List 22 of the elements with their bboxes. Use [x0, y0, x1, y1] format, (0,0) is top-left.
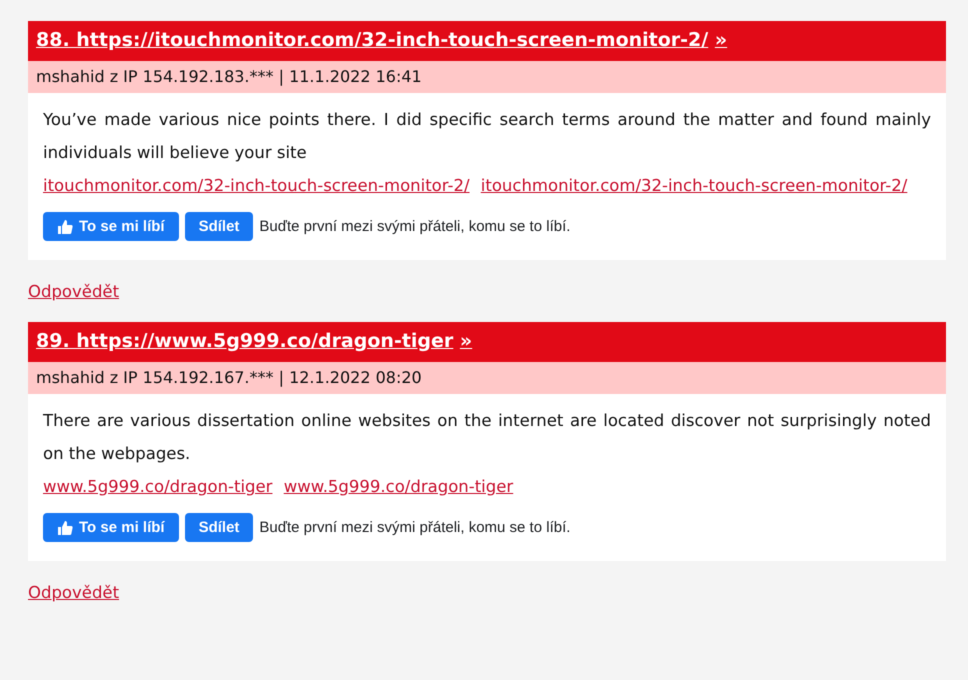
arrow-link[interactable]: » — [460, 330, 472, 352]
arrow-link[interactable]: » — [714, 29, 728, 51]
comment-link[interactable]: www.5g999.co/dragon-tiger — [43, 477, 272, 496]
comment-link[interactable]: itouchmonitor.com/32-inch-touch-screen-monitor-2/ — [480, 176, 908, 195]
social-text: Buďte první mezi svými přáteli, komu se to líbí. — [259, 218, 570, 235]
comment-meta: mshahid z IP 154.192.183.*** | 11.1.2022 16:41 — [28, 61, 946, 93]
comment-link[interactable]: www.5g999.co/dragon-tiger — [284, 477, 514, 496]
comment-meta: mshahid z IP 154.192.167.*** | 12.1.2022 08:20 — [28, 362, 946, 394]
comment-link[interactable]: itouchmonitor.com/32-inch-touch-screen-monitor-2/ — [43, 176, 470, 195]
comment-text: There are various dissertation online websites on the internet are located discover not surprisingly noted on the webpages. — [43, 410, 931, 465]
reply-link[interactable]: Odpovědět — [28, 282, 120, 302]
share-button[interactable]: Sdílet — [184, 513, 254, 542]
title-link[interactable]: 88. https://itouchmonitor.com/32-inch-touch-screen-monitor-2/ — [36, 29, 708, 51]
share-button[interactable]: Sdílet — [184, 212, 254, 241]
reply-link[interactable]: Odpovědět — [28, 583, 120, 603]
social-text: Buďte první mezi svými přáteli, komu se to líbí. — [259, 519, 570, 536]
like-button[interactable]: To se mi líbí — [43, 212, 179, 241]
title-link[interactable]: 89. https://www.5g999.co/dragon-tiger — [36, 330, 454, 352]
thumbs-up-icon — [57, 520, 73, 536]
thumbs-up-icon — [57, 218, 73, 234]
like-button[interactable]: To se mi líbí — [43, 513, 179, 542]
comment-text: You’ve made various nice points there. I did specific search terms around the matter and found mainly individuals will believe your site — [43, 109, 931, 164]
